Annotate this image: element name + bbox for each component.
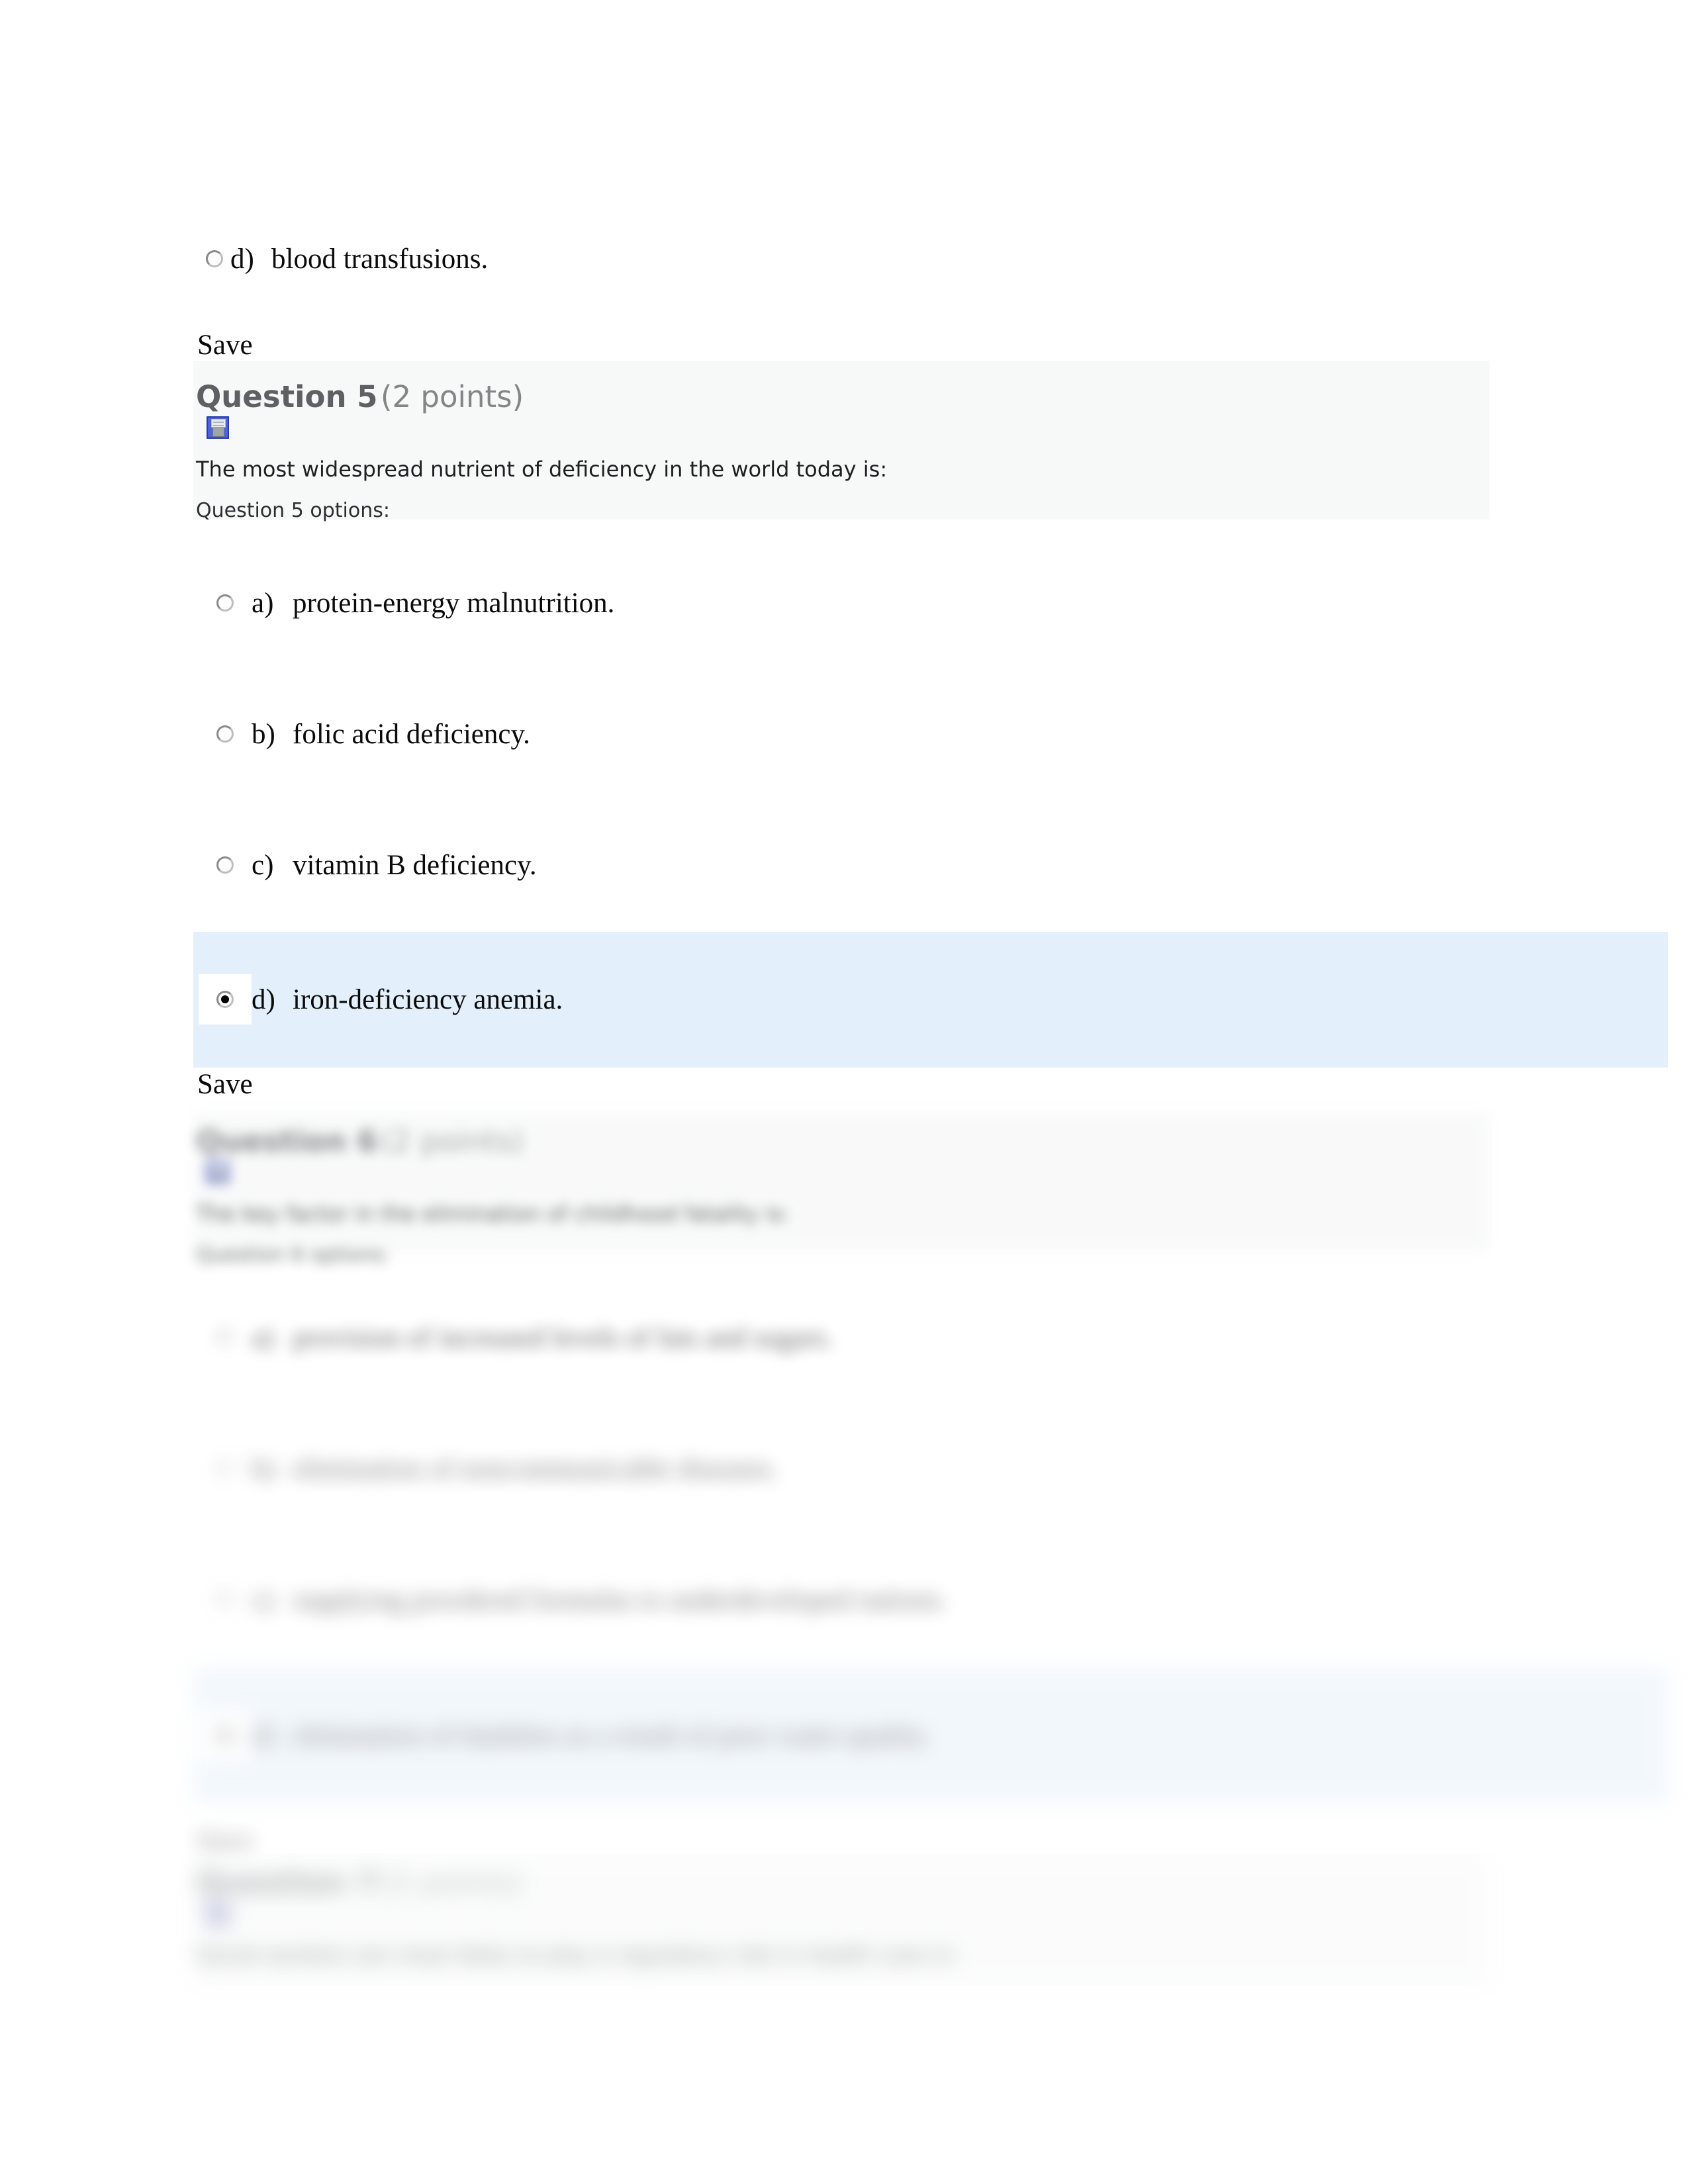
option-letter: d) xyxy=(230,243,254,275)
radio-button-icon[interactable] xyxy=(216,725,234,743)
question7-prompt: Social workers are most likely to play a… xyxy=(196,1942,959,1968)
floppy-label xyxy=(212,1913,224,1923)
option-label: d) iron-deficiency anemia. xyxy=(252,985,563,1014)
option-row-prev-d[interactable]: d) blood transfusions. xyxy=(199,238,488,279)
question6-option-b[interactable]: b) elimination of noncommunicable disease… xyxy=(0,1448,1688,1508)
floppy-disk-icon[interactable] xyxy=(207,416,229,439)
question6-option-row-b[interactable]: b) elimination of noncommunicable disease… xyxy=(199,1448,778,1489)
radio-cell[interactable] xyxy=(199,1448,252,1489)
option-label: d) elimination of fatalities as a result … xyxy=(252,1721,931,1750)
radio-cell[interactable] xyxy=(199,713,252,754)
question5-options-label: Question 5 options: xyxy=(196,499,390,522)
floppy-disk-icon[interactable] xyxy=(207,1161,229,1183)
radio-cell[interactable] xyxy=(199,1579,252,1620)
question6-points: (2 points) xyxy=(380,1124,524,1159)
question7-number: Question 7 xyxy=(196,1865,378,1900)
floppy-label xyxy=(212,1172,224,1181)
radio-cell[interactable] xyxy=(199,582,252,623)
quiz-page: d) blood transfusions. Save Question 5 (2… xyxy=(0,0,1688,2184)
floppy-shutter xyxy=(211,419,226,428)
option-letter: a) xyxy=(252,587,274,619)
option-letter: c) xyxy=(252,849,274,881)
question7-section: Question 7 (2 points) Social workers are… xyxy=(0,1853,1688,2019)
option-label: a) protein-energy malnutrition. xyxy=(252,589,614,617)
option-text: vitamin B deficiency. xyxy=(293,849,537,881)
question6-number: Question 6 xyxy=(196,1124,378,1159)
option-letter: b) xyxy=(252,1453,275,1484)
radio-button-icon[interactable] xyxy=(216,991,234,1008)
question6-option-row-d[interactable]: d) elimination of fatalities as a result … xyxy=(199,1710,931,1760)
radio-cell[interactable] xyxy=(199,238,230,279)
question6-option-row-a[interactable]: a) provision of increased levels of fats … xyxy=(199,1317,833,1358)
radio-button-icon[interactable] xyxy=(206,250,223,267)
question5-option-row-c[interactable]: c) vitamin B deficiency. xyxy=(199,844,537,886)
option-letter: b) xyxy=(252,718,275,750)
save-button-q6[interactable]: Save xyxy=(197,1827,253,1855)
radio-button-icon[interactable] xyxy=(216,1460,234,1477)
question7-points: (2 points) xyxy=(380,1865,524,1900)
radio-cell[interactable] xyxy=(199,844,252,886)
radio-button-icon[interactable] xyxy=(216,856,234,874)
option-letter: d) xyxy=(252,1719,275,1751)
question6-options-label: Question 6 options: xyxy=(196,1244,390,1267)
option-label: c) vitamin B deficiency. xyxy=(252,851,537,880)
radio-button-icon[interactable] xyxy=(216,1329,234,1346)
floppy-shutter xyxy=(211,1905,226,1913)
question6-option-d[interactable]: d) elimination of fatalities as a result … xyxy=(0,1668,1688,1820)
question6-option-a[interactable]: a) provision of increased levels of fats … xyxy=(0,1317,1688,1377)
radio-button-icon[interactable] xyxy=(216,1727,234,1744)
option-text: protein-energy malnutrition. xyxy=(293,587,615,619)
question5-heading: Question 5 (2 points) xyxy=(196,382,524,412)
question6-heading: Question 6 (2 points) xyxy=(196,1126,524,1156)
question5-option-row-b[interactable]: b) folic acid deficiency. xyxy=(199,713,530,754)
save-button-prev[interactable]: Save xyxy=(197,331,253,359)
radio-button-icon[interactable] xyxy=(216,594,234,612)
question6-section: Question 6 (2 points) The key factor in … xyxy=(0,1112,1688,1482)
question5-prompt: The most widespread nutrient of deficien… xyxy=(196,457,888,482)
option-label: b) folic acid deficiency. xyxy=(252,720,530,749)
option-letter: a) xyxy=(252,1322,274,1353)
option-label: a) provision of increased levels of fats … xyxy=(252,1324,833,1352)
option-letter: c) xyxy=(252,1584,274,1615)
option-text: iron-deficiency anemia. xyxy=(293,983,563,1015)
radio-cell[interactable] xyxy=(199,1710,252,1760)
option-letter: d) xyxy=(252,983,275,1015)
option-text: blood transfusions. xyxy=(271,243,489,275)
question7-heading: Question 7 (2 points) xyxy=(196,1868,524,1897)
radio-cell[interactable] xyxy=(199,1317,252,1358)
option-label: c) supplying powdered formulas to underde… xyxy=(252,1586,947,1614)
save-button-q5[interactable]: Save xyxy=(197,1070,253,1099)
radio-cell[interactable] xyxy=(199,974,252,1024)
question6-option-row-c[interactable]: c) supplying powdered formulas to underde… xyxy=(199,1579,947,1620)
question6-option-c[interactable]: c) supplying powdered formulas to underde… xyxy=(0,1579,1688,1639)
option-text: provision of increased levels of fats an… xyxy=(293,1322,833,1353)
option-label: d) blood transfusions. xyxy=(230,245,488,273)
floppy-label xyxy=(212,428,224,437)
question5-points: (2 points) xyxy=(380,379,524,414)
question6-prompt: The key factor in the elimination of chi… xyxy=(196,1201,790,1226)
option-label: b) elimination of noncommunicable disease… xyxy=(252,1455,778,1483)
floppy-shutter xyxy=(211,1163,226,1172)
floppy-disk-icon[interactable] xyxy=(207,1902,229,1925)
question5-option-row-d[interactable]: d) iron-deficiency anemia. xyxy=(199,974,563,1024)
option-text: elimination of fatalities as a result of… xyxy=(293,1719,931,1751)
option-text: folic acid deficiency. xyxy=(293,718,530,750)
radio-button-icon[interactable] xyxy=(216,1591,234,1608)
option-text: elimination of noncommunicable diseases. xyxy=(293,1453,778,1484)
question5-number: Question 5 xyxy=(196,379,378,414)
option-text: supplying powdered formulas to underdeve… xyxy=(293,1584,947,1615)
question5-option-row-a[interactable]: a) protein-energy malnutrition. xyxy=(199,582,614,623)
